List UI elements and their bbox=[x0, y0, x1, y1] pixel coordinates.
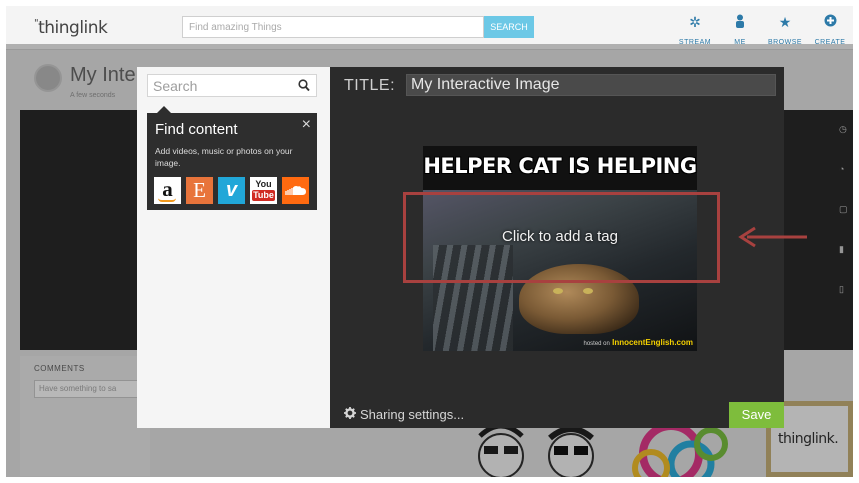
save-button[interactable]: Save bbox=[729, 402, 784, 428]
stream-icon: ✲ bbox=[689, 14, 701, 30]
thinglink-logo[interactable]: "thinglink bbox=[34, 18, 108, 38]
annotation-highlight-box bbox=[403, 192, 720, 283]
find-content-description: Add videos, music or photos on your imag… bbox=[155, 146, 293, 168]
vimeo-icon[interactable]: v bbox=[218, 177, 245, 204]
gear-icon bbox=[344, 407, 356, 422]
soundcloud-icon[interactable] bbox=[282, 177, 309, 204]
content-panel: Find content × Add videos, music or phot… bbox=[137, 67, 330, 428]
sharing-settings-link[interactable]: Sharing settings... bbox=[344, 407, 464, 422]
find-content-popover: Find content × Add videos, music or phot… bbox=[147, 106, 317, 210]
plus-circle-icon bbox=[809, 14, 851, 31]
meme-caption-bar: HELPER CAT IS HELPING bbox=[423, 146, 697, 190]
cat-eye bbox=[583, 288, 593, 294]
youtube-icon[interactable]: You Tube bbox=[250, 177, 277, 204]
star-icon: ★ bbox=[778, 14, 792, 30]
annotation-arrow-icon bbox=[738, 226, 807, 248]
content-search-input[interactable] bbox=[148, 75, 288, 96]
title-label: TITLE: bbox=[344, 77, 396, 94]
amazon-icon[interactable]: a bbox=[154, 177, 181, 204]
find-content-title: Find content bbox=[155, 121, 238, 138]
cloud-icon bbox=[285, 185, 306, 195]
content-search bbox=[147, 74, 317, 97]
title-input[interactable]: My Interactive Image bbox=[406, 74, 776, 96]
meme-caption: HELPER CAT IS HELPING bbox=[423, 154, 697, 178]
cat-eye bbox=[553, 288, 563, 294]
etsy-icon[interactable]: E bbox=[186, 177, 213, 204]
header-search-button[interactable]: SEARCH bbox=[484, 16, 534, 38]
search-icon[interactable] bbox=[298, 79, 310, 93]
header-search-input[interactable]: Find amazing Things bbox=[182, 16, 484, 38]
close-icon[interactable]: × bbox=[302, 116, 311, 134]
popover-arrow bbox=[157, 106, 171, 113]
person-icon bbox=[719, 14, 761, 31]
image-watermark: hosted on InnocentEnglish.com bbox=[583, 338, 694, 347]
amazon-smile bbox=[158, 198, 176, 202]
